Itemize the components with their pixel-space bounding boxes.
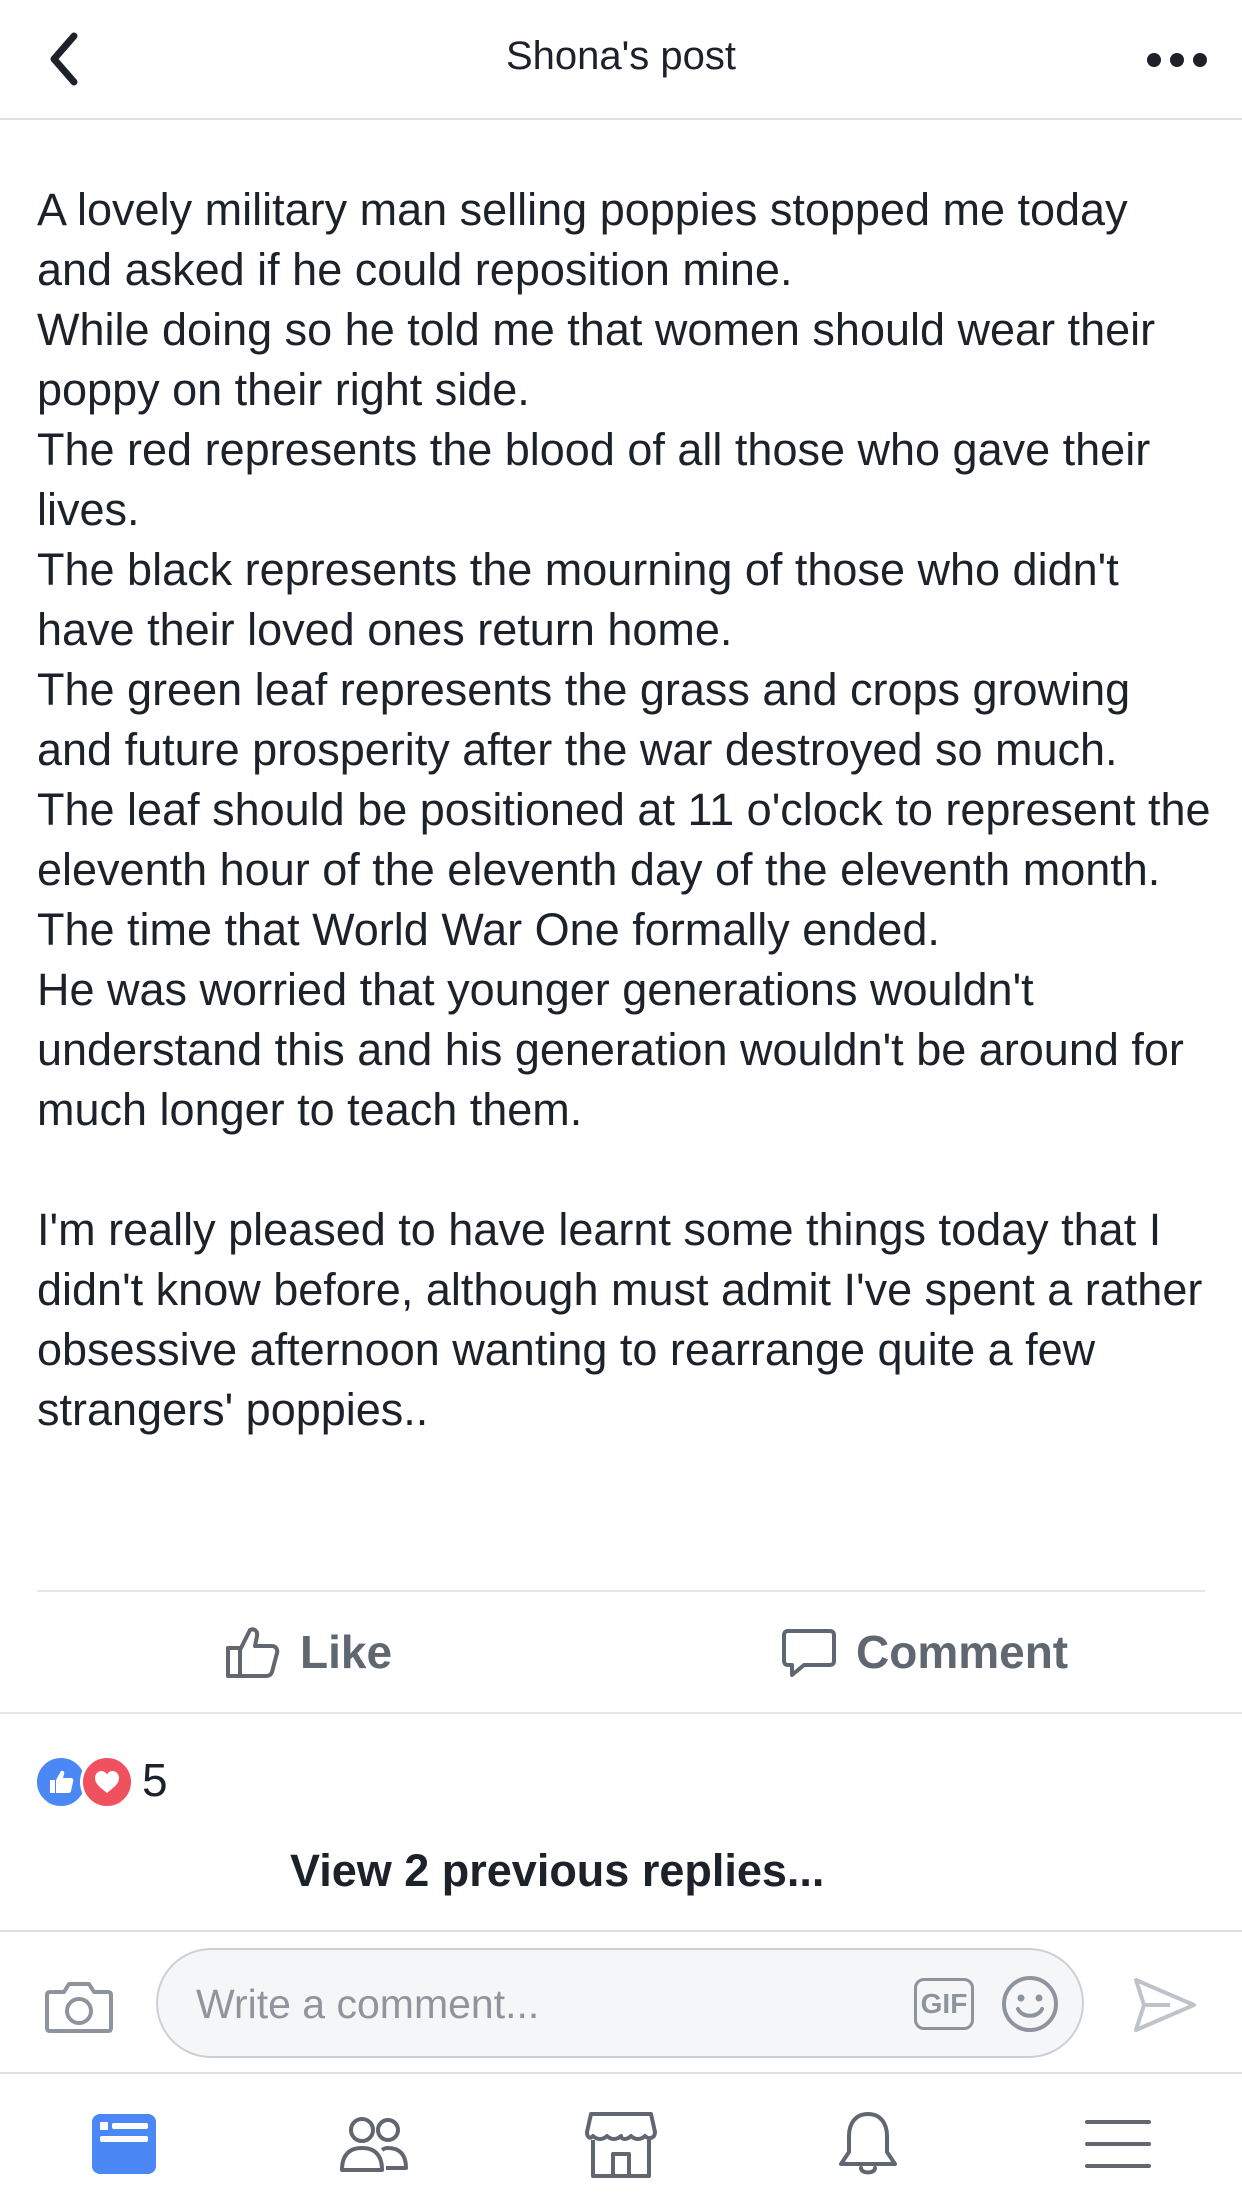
- tab-friends[interactable]: [334, 2104, 414, 2184]
- comment-box: GIF: [156, 1948, 1084, 2058]
- post-paragraph: The black represents the mourning of tho…: [37, 544, 1119, 655]
- post-paragraph: I'm really pleased to have learnt some t…: [37, 1204, 1203, 1435]
- post-paragraph: The red represents the blood of all thos…: [37, 424, 1151, 535]
- more-dots-icon: [1147, 53, 1207, 67]
- send-button[interactable]: [1130, 1972, 1200, 2038]
- divider: [0, 1712, 1242, 1714]
- post-paragraph: The time that World War One formally end…: [37, 904, 940, 955]
- reaction-icons: [34, 1752, 134, 1809]
- more-options-button[interactable]: [1142, 40, 1212, 80]
- tab-menu[interactable]: [1078, 2104, 1158, 2184]
- emoji-button[interactable]: [1000, 1974, 1060, 2034]
- post-paragraph: The green leaf represents the grass and …: [37, 664, 1131, 775]
- comment-composer: GIF: [0, 1932, 1242, 2072]
- like-button[interactable]: Like: [222, 1592, 392, 1712]
- camera-button[interactable]: [44, 1976, 114, 2036]
- top-nav-bar: Shona's post: [0, 0, 1242, 120]
- gif-button[interactable]: GIF: [914, 1978, 974, 2030]
- news-feed-icon: [92, 2114, 156, 2174]
- post-paragraph: The leaf should be positioned at 11 o'cl…: [37, 784, 1211, 895]
- marketplace-icon: [585, 2112, 657, 2178]
- reaction-count: 5: [142, 1754, 168, 1806]
- tab-notifications[interactable]: [828, 2104, 908, 2184]
- post-paragraph: A lovely military man selling poppies st…: [37, 184, 1128, 295]
- view-previous-replies-link[interactable]: View 2 previous replies...: [290, 1845, 824, 1897]
- friends-icon: [340, 2117, 408, 2172]
- reactions-summary[interactable]: 5: [34, 1752, 168, 1809]
- menu-icon: [1085, 2120, 1151, 2168]
- bottom-tab-bar: [0, 2074, 1242, 2208]
- smiley-icon: [1002, 1976, 1058, 2032]
- love-reaction-icon: [80, 1755, 134, 1809]
- tab-marketplace[interactable]: [581, 2104, 661, 2184]
- send-icon: [1134, 1978, 1196, 2032]
- post-paragraph: He was worried that younger generations …: [37, 964, 1184, 1135]
- post-text: A lovely military man selling poppies st…: [37, 180, 1212, 1440]
- thumbs-up-icon: [226, 1627, 280, 1678]
- comment-input[interactable]: [194, 1950, 798, 2058]
- speech-bubble-icon: [782, 1629, 836, 1677]
- tab-news-feed[interactable]: [84, 2104, 164, 2184]
- comment-label: Comment: [856, 1626, 1069, 1678]
- page-title: Shona's post: [505, 34, 737, 78]
- post-paragraph: While doing so he told me that women sho…: [37, 304, 1156, 415]
- comment-button[interactable]: Comment: [780, 1592, 1068, 1712]
- post-actions-bar: Like Comment: [0, 1592, 1242, 1712]
- camera-icon: [45, 1982, 113, 2033]
- notifications-icon: [839, 2112, 897, 2175]
- like-label: Like: [300, 1626, 393, 1678]
